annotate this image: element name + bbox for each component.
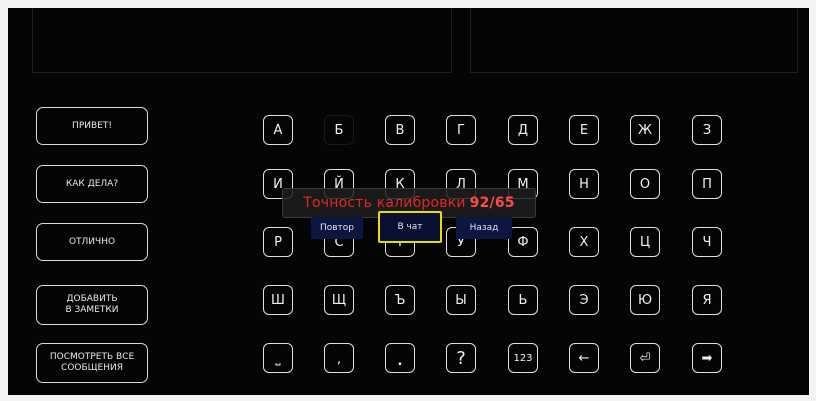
- key-en[interactable]: Н: [569, 169, 599, 199]
- key-e[interactable]: Э: [569, 285, 599, 315]
- key-zhe[interactable]: Ж: [630, 115, 660, 145]
- key-be[interactable]: Б: [324, 115, 354, 145]
- text-output-pane: [32, 8, 452, 73]
- add-to-notes-button[interactable]: ДОБАВИТЬ В ЗАМЕТКИ: [36, 285, 148, 325]
- camera-preview-pane: [470, 8, 798, 73]
- key-de[interactable]: Д: [508, 115, 538, 145]
- view-all-messages-button[interactable]: ПОСМОТРЕТЬ ВСЕ СООБЩЕНИЯ: [36, 343, 148, 383]
- phrase-button-hello[interactable]: ПРИВЕТ!: [36, 107, 148, 145]
- numbers-key[interactable]: 123: [508, 343, 538, 373]
- key-ef[interactable]: Ф: [508, 227, 538, 257]
- key-ze[interactable]: З: [692, 115, 722, 145]
- key-ge[interactable]: Г: [446, 115, 476, 145]
- key-yu[interactable]: Ю: [630, 285, 660, 315]
- retry-button[interactable]: Повтор: [311, 217, 363, 239]
- key-che[interactable]: Ч: [692, 227, 722, 257]
- send-arrow-icon[interactable]: ➡: [692, 343, 722, 373]
- period-key[interactable]: .: [385, 343, 415, 373]
- key-ye[interactable]: Е: [569, 115, 599, 145]
- key-ya[interactable]: Я: [692, 285, 722, 315]
- key-a[interactable]: А: [263, 115, 293, 145]
- phrase-button-how-are-you[interactable]: КАК ДЕЛА?: [36, 165, 148, 203]
- key-sha[interactable]: Ш: [263, 285, 293, 315]
- key-pe[interactable]: П: [692, 169, 722, 199]
- key-kha[interactable]: Х: [569, 227, 599, 257]
- to-chat-button[interactable]: В чат: [378, 211, 442, 243]
- key-hard-sign[interactable]: Ъ: [385, 285, 415, 315]
- phrase-button-great[interactable]: ОТЛИЧНО: [36, 223, 148, 261]
- key-tse[interactable]: Ц: [630, 227, 660, 257]
- key-er[interactable]: Р: [263, 227, 293, 257]
- key-shcha[interactable]: Щ: [324, 285, 354, 315]
- key-ve[interactable]: В: [385, 115, 415, 145]
- calibration-title: Точность калибровки: [303, 195, 466, 211]
- key-soft-sign[interactable]: Ь: [508, 285, 538, 315]
- enter-icon[interactable]: ⏎: [630, 343, 660, 373]
- key-yery[interactable]: Ы: [446, 285, 476, 315]
- comma-key[interactable]: ,: [324, 343, 354, 373]
- backspace-arrow-icon[interactable]: ←: [569, 343, 599, 373]
- back-button[interactable]: Назад: [456, 217, 512, 239]
- key-o[interactable]: О: [630, 169, 660, 199]
- calibration-score: 92/65: [469, 195, 515, 211]
- question-key[interactable]: ?: [446, 343, 476, 373]
- space-key[interactable]: ⎵: [263, 343, 293, 373]
